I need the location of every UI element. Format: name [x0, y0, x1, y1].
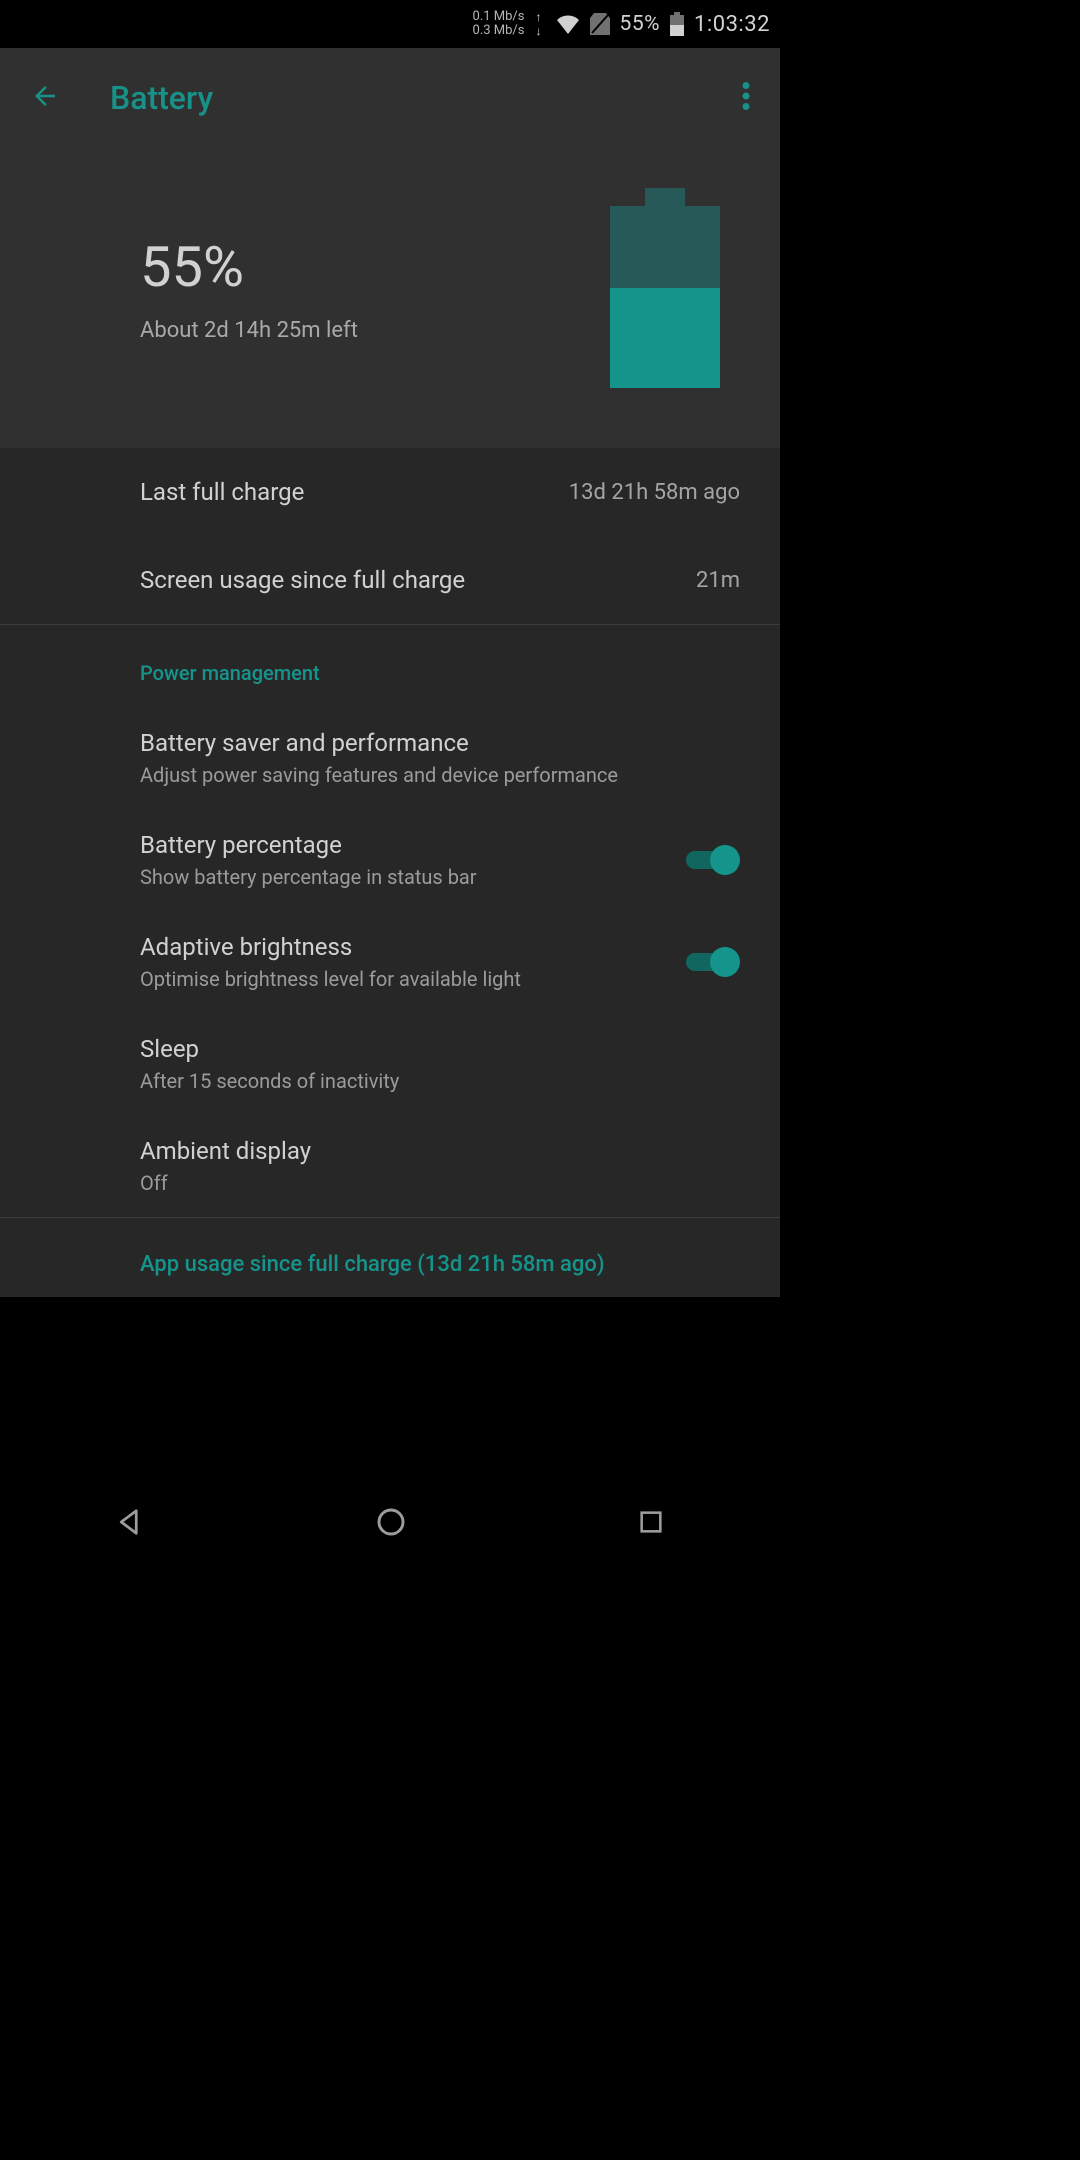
toggle-battery-percentage[interactable] — [686, 845, 740, 875]
page-title: Battery — [110, 79, 213, 117]
setting-battery-saver[interactable]: Battery saver and performance Adjust pow… — [0, 707, 780, 809]
setting-ambient-display[interactable]: Ambient display Off — [0, 1115, 780, 1217]
back-icon[interactable] — [20, 71, 70, 125]
nav-recent-icon[interactable] — [637, 1508, 665, 1536]
battery-hero[interactable]: 55% About 2d 14h 25m left — [0, 148, 780, 448]
setting-subtitle: Show battery percentage in status bar — [140, 865, 686, 889]
settings-list: Last full charge 13d 21h 58m ago Screen … — [0, 448, 780, 1297]
status-battery-pct: 55% — [620, 12, 661, 36]
status-bar: 0.1 Mb/s 0.3 Mb/s ↑↓ 55% 1:03:32 — [0, 0, 780, 48]
no-sim-icon — [590, 13, 610, 35]
battery-graphic-icon — [610, 188, 720, 388]
setting-subtitle: Off — [140, 1171, 740, 1195]
section-power-management: Power management — [0, 625, 780, 707]
app-bar: Battery — [0, 48, 780, 148]
network-speed: 0.1 Mb/s 0.3 Mb/s — [473, 10, 525, 38]
navigation-bar — [0, 1484, 780, 1560]
setting-subtitle: Optimise brightness level for available … — [140, 967, 686, 991]
stat-value: 13d 21h 58m ago — [569, 480, 740, 505]
stat-value: 21m — [696, 568, 740, 593]
wifi-icon — [556, 14, 580, 34]
stat-screen-usage[interactable]: Screen usage since full charge 21m — [0, 536, 780, 624]
setting-title: Battery percentage — [140, 831, 686, 859]
battery-icon — [670, 12, 684, 36]
stat-last-full-charge[interactable]: Last full charge 13d 21h 58m ago — [0, 448, 780, 536]
overflow-menu-icon[interactable] — [732, 72, 760, 124]
hero-estimate: About 2d 14h 25m left — [140, 318, 358, 343]
net-down-text: 0.3 Mb/s — [473, 24, 525, 38]
nav-back-icon[interactable] — [115, 1507, 145, 1537]
section-app-usage[interactable]: App usage since full charge (13d 21h 58m… — [0, 1218, 780, 1297]
setting-title: Adaptive brightness — [140, 933, 686, 961]
setting-adaptive-brightness[interactable]: Adaptive brightness Optimise brightness … — [0, 911, 780, 1013]
setting-title: Battery saver and performance — [140, 729, 740, 757]
toggle-adaptive-brightness[interactable] — [686, 947, 740, 977]
net-up-text: 0.1 Mb/s — [473, 10, 525, 24]
setting-title: Sleep — [140, 1035, 740, 1063]
stat-label: Screen usage since full charge — [140, 566, 465, 594]
status-clock: 1:03:32 — [694, 12, 770, 37]
setting-title: Ambient display — [140, 1137, 740, 1165]
setting-subtitle: After 15 seconds of inactivity — [140, 1069, 740, 1093]
stat-label: Last full charge — [140, 478, 304, 506]
hero-battery-pct: 55% — [140, 234, 358, 300]
setting-sleep[interactable]: Sleep After 15 seconds of inactivity — [0, 1013, 780, 1115]
setting-subtitle: Adjust power saving features and device … — [140, 763, 740, 787]
nav-home-icon[interactable] — [375, 1506, 407, 1538]
setting-battery-percentage[interactable]: Battery percentage Show battery percenta… — [0, 809, 780, 911]
net-arrows-icon: ↑↓ — [536, 10, 542, 38]
